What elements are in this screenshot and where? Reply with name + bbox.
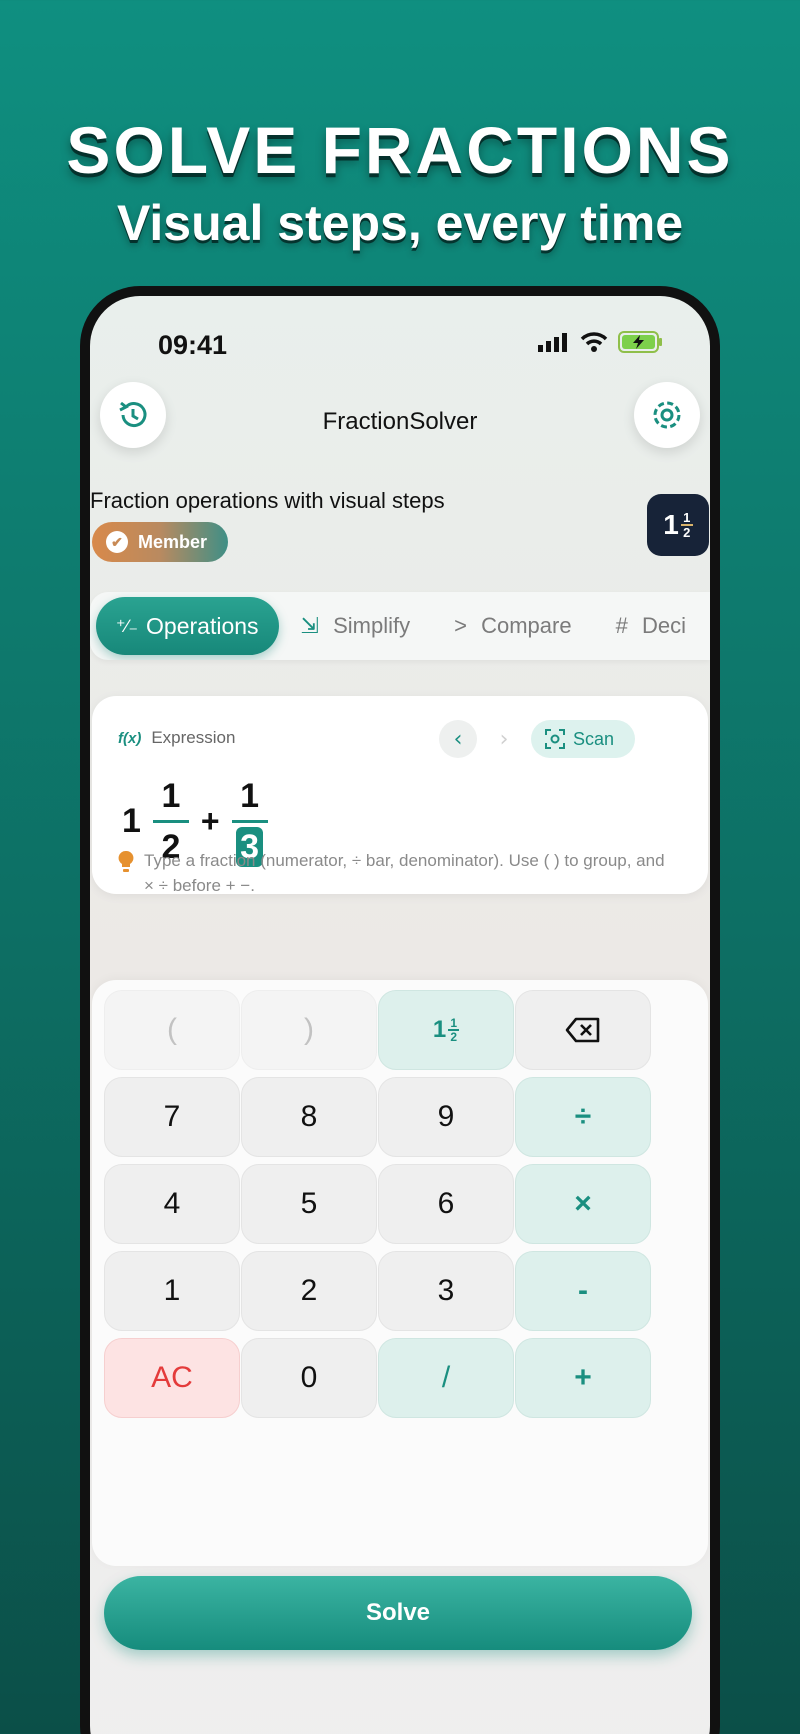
status-icons xyxy=(538,330,664,354)
key-divide[interactable]: ÷ xyxy=(515,1077,651,1157)
signal-icon xyxy=(538,333,567,352)
mixed-number-icon: 1 12 xyxy=(433,1016,460,1044)
app-title: FractionSolver xyxy=(322,408,478,435)
key-9[interactable]: 9 xyxy=(378,1077,514,1157)
fraction-bar xyxy=(152,820,189,823)
tab-label: Compare xyxy=(481,613,572,638)
gear-icon xyxy=(653,401,681,429)
tab-label: Simplify xyxy=(333,613,411,638)
expression-label: Expression xyxy=(151,728,236,747)
tab-label: Deci xyxy=(641,613,686,638)
mixed-number-tile[interactable]: 1 12 xyxy=(647,494,709,556)
lightbulb-icon xyxy=(118,850,134,872)
key-minus[interactable]: - xyxy=(515,1251,651,1331)
key-mixed-number[interactable]: 1 12 xyxy=(378,990,514,1070)
key-2[interactable]: 2 xyxy=(241,1251,377,1331)
cursor-left-button[interactable]: ‹ xyxy=(439,720,477,758)
key-open-paren[interactable]: ( xyxy=(104,990,240,1070)
tab-label: Operations xyxy=(146,612,259,639)
key-backspace[interactable] xyxy=(515,990,651,1070)
backspace-icon xyxy=(565,1017,600,1043)
key-multiply[interactable]: × xyxy=(515,1164,651,1244)
function-icon: f(x) xyxy=(118,729,142,747)
scan-label: Scan xyxy=(573,728,615,749)
tab-bar: ⁺∕₋ Operations ⇲ Simplify > Compare # De… xyxy=(90,592,710,660)
key-8[interactable]: 8 xyxy=(241,1077,377,1157)
tab-decimal[interactable]: # Deci xyxy=(594,613,708,639)
plus-minus-icon: ⁺∕₋ xyxy=(116,615,139,636)
key-fraction-slash[interactable]: / xyxy=(378,1338,514,1418)
key-all-clear[interactable]: AC xyxy=(104,1338,240,1418)
keypad: ( ) 1 12 7 8 9 ÷ 4 5 6 × 1 2 3 - AC 0 / … xyxy=(92,980,708,1566)
tab-simplify[interactable]: ⇲ Simplify xyxy=(279,613,433,639)
member-badge: ✔ Member xyxy=(92,522,228,562)
chevron-right-icon: › xyxy=(499,726,509,752)
operator: + xyxy=(200,803,220,839)
greater-than-icon: > xyxy=(454,613,467,638)
scan-button[interactable]: Scan xyxy=(531,720,635,758)
fraction-one-numerator: 1 xyxy=(161,777,181,815)
expression-label-row: f(x) Expression xyxy=(118,728,235,748)
key-6[interactable]: 6 xyxy=(378,1164,514,1244)
status-time: 09:41 xyxy=(158,330,228,360)
mixed-number-icon: 1 12 xyxy=(663,509,693,541)
solve-button[interactable]: Solve xyxy=(104,1576,692,1650)
wifi-icon xyxy=(580,332,608,352)
fraction-bar xyxy=(231,820,268,823)
camera-scan-icon xyxy=(545,729,565,749)
cursor-right-button[interactable]: › xyxy=(485,720,523,758)
check-badge-icon: ✔ xyxy=(106,531,128,553)
member-badge-label: Member xyxy=(138,531,208,552)
key-0[interactable]: 0 xyxy=(241,1338,377,1418)
chevron-left-icon: ‹ xyxy=(453,726,463,752)
key-5[interactable]: 5 xyxy=(241,1164,377,1244)
app-screen: 09:41 FractionSolver Fraction operations… xyxy=(90,296,710,1734)
key-1[interactable]: 1 xyxy=(104,1251,240,1331)
key-7[interactable]: 7 xyxy=(104,1077,240,1157)
hash-icon: # xyxy=(615,613,628,638)
hero-subtitle: Visual steps, every time xyxy=(116,195,684,251)
app-subtitle: Fraction operations with visual steps xyxy=(90,488,445,513)
tab-operations[interactable]: ⁺∕₋ Operations xyxy=(96,597,279,655)
battery-charging-icon xyxy=(618,331,662,353)
key-close-paren[interactable]: ) xyxy=(241,990,377,1070)
key-3[interactable]: 3 xyxy=(378,1251,514,1331)
fraction-two-numerator: 1 xyxy=(240,777,260,815)
hint-text: Type a fraction (numerator, ÷ bar, denom… xyxy=(144,851,665,895)
input-hint: Type a fraction (numerator, ÷ bar, denom… xyxy=(118,848,678,898)
whole-number: 1 xyxy=(122,802,141,840)
key-plus[interactable]: + xyxy=(515,1338,651,1418)
hero-title: SOLVE FRACTIONS xyxy=(66,113,734,187)
settings-button[interactable] xyxy=(634,382,700,448)
key-4[interactable]: 4 xyxy=(104,1164,240,1244)
compress-icon: ⇲ xyxy=(300,613,319,638)
tab-compare[interactable]: > Compare xyxy=(432,613,593,639)
